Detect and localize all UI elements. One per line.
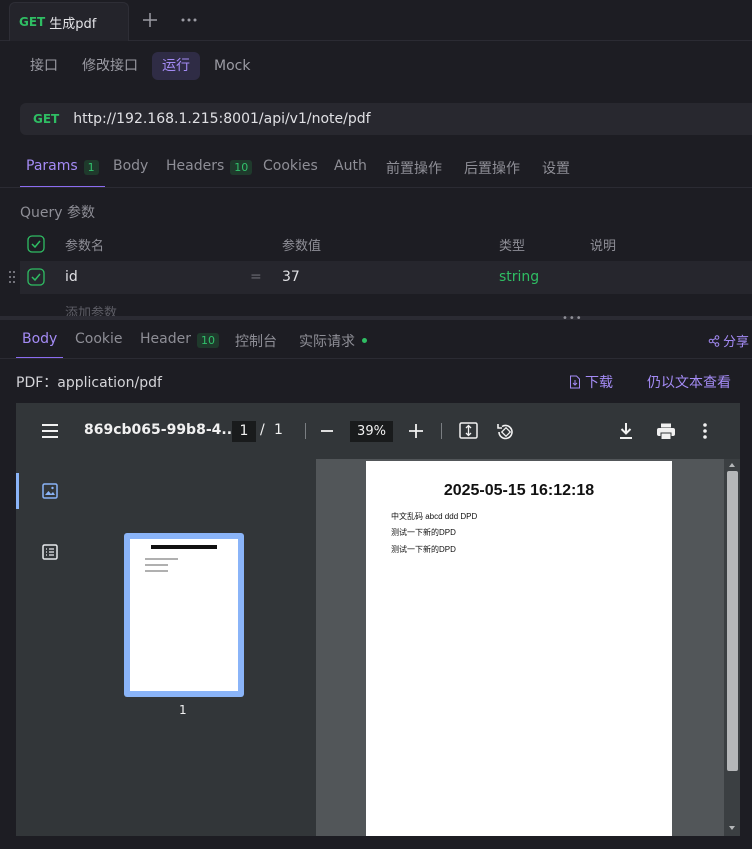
scrollbar-thumb[interactable] (727, 471, 738, 771)
panel-splitter[interactable] (0, 316, 752, 320)
share-button[interactable]: 分享 (708, 331, 749, 350)
fit-page-icon[interactable] (459, 422, 478, 439)
page-number-input[interactable]: 1 (232, 421, 256, 442)
thumbnails-view-icon[interactable] (42, 483, 58, 499)
tab-headers-label: Headers (166, 158, 225, 174)
pdf-page: 2025-05-15 16:12:18 中文乱码 abcd ddd DPD 测试… (366, 461, 672, 836)
print-icon[interactable] (656, 423, 676, 440)
pdf-text-line: 测试一下新的DPD (391, 528, 456, 537)
param-value-input[interactable]: 37 (282, 269, 300, 285)
tab-pre-actions[interactable]: 前置操作 (386, 158, 442, 188)
content-type-label: PDF：application/pdf (16, 375, 162, 391)
page-total: 1 (274, 422, 283, 438)
download-file-icon (570, 375, 580, 389)
divider (0, 187, 752, 188)
splitter-handle-icon[interactable]: ••• (562, 313, 583, 324)
pdf-text-line: 测试一下新的DPD (391, 545, 456, 554)
headers-count-badge: 10 (230, 160, 253, 175)
resp-tab-cookie[interactable]: Cookie (75, 331, 123, 359)
rotate-icon[interactable] (495, 421, 515, 441)
subnav-mock[interactable]: Mock (204, 52, 260, 80)
view-as-text-button[interactable]: 仍以文本查看 (647, 372, 731, 392)
status-dot (362, 338, 367, 343)
thumbnail-text-line (145, 570, 168, 572)
share-icon (708, 334, 720, 347)
tab-title: 生成pdf (49, 16, 97, 32)
param-type-select[interactable]: string (499, 269, 539, 285)
more-options-icon[interactable] (703, 423, 707, 439)
pdf-scrollbar[interactable] (724, 459, 740, 836)
resp-tab-header-label: Header (140, 331, 191, 347)
pdf-text-line: 中文乱码 abcd ddd DPD (391, 512, 478, 521)
download-button[interactable]: 下载 (569, 372, 613, 392)
drag-handle-icon[interactable] (8, 270, 16, 284)
request-tab[interactable]: GET 生成pdf (9, 2, 129, 41)
resp-tab-body[interactable]: Body (16, 331, 64, 359)
tab-auth[interactable]: Auth (334, 158, 367, 188)
share-label: 分享 (723, 335, 750, 350)
resp-tab-actual-request-label: 实际请求 (299, 334, 355, 350)
col-type: 类型 (499, 239, 526, 254)
resp-tab-console[interactable]: 控制台 (235, 331, 277, 359)
pdf-filename: 869cb065-99b8-4... (84, 422, 238, 438)
pdf-heading: 2025-05-15 16:12:18 (443, 482, 595, 499)
params-count-badge: 1 (83, 160, 99, 175)
col-description: 说明 (590, 239, 617, 254)
pdf-viewer: 869cb065-99b8-4... 1 / 1 39% 1 2025-05-1… (16, 403, 740, 836)
resp-tab-actual-request[interactable]: 实际请求 (299, 331, 367, 359)
thumbnail-text-line (145, 558, 178, 560)
pdf-toolbar: 869cb065-99b8-4... 1 / 1 39% (16, 403, 740, 459)
equals-sign: = (250, 269, 262, 285)
url-bar[interactable]: GET http://192.168.1.215:8001/api/v1/not… (20, 103, 752, 135)
row-checkbox[interactable] (27, 268, 45, 286)
download-label: 下载 (585, 375, 613, 391)
menu-icon[interactable] (41, 423, 59, 439)
toolbar-divider (441, 423, 442, 439)
col-param-name: 参数名 (65, 239, 105, 254)
zoom-in-icon[interactable] (408, 423, 424, 439)
param-name-input[interactable]: id (65, 269, 78, 285)
divider (0, 358, 752, 359)
scroll-down-icon[interactable] (729, 826, 735, 831)
table-row (20, 261, 752, 294)
url-method[interactable]: GET (33, 112, 59, 126)
thumbnail-sidebar: 1 (16, 459, 316, 836)
tab-method: GET (19, 15, 46, 29)
query-params-label: Query 参数 (20, 205, 95, 221)
toolbar-divider (305, 423, 306, 439)
tab-headers[interactable]: Headers 10 (166, 158, 253, 188)
more-icon[interactable] (179, 10, 199, 30)
thumbnail-page[interactable] (130, 539, 238, 691)
col-param-value: 参数值 (282, 239, 322, 254)
tab-post-actions[interactable]: 后置操作 (464, 158, 520, 188)
thumbnail-page-number: 1 (179, 703, 187, 717)
zoom-input[interactable]: 39% (350, 421, 393, 442)
resp-header-count-badge: 10 (196, 333, 219, 348)
scroll-up-icon[interactable] (729, 462, 735, 467)
tab-settings[interactable]: 设置 (542, 158, 570, 188)
zoom-out-icon[interactable] (320, 424, 334, 438)
tab-body[interactable]: Body (113, 158, 148, 188)
subnav-run[interactable]: 运行 (152, 52, 200, 80)
outline-view-icon[interactable] (42, 544, 58, 560)
page-separator: / (260, 422, 265, 438)
tab-cookies[interactable]: Cookies (263, 158, 318, 188)
url-input[interactable]: http://192.168.1.215:8001/api/v1/note/pd… (73, 111, 370, 127)
selection-indicator (16, 473, 19, 509)
subnav-edit-api[interactable]: 修改接口 (72, 52, 148, 80)
subnav-api[interactable]: 接口 (20, 52, 68, 80)
thumbnail-heading (130, 545, 238, 550)
select-all-checkbox[interactable] (27, 235, 45, 253)
tab-params-label: Params (26, 158, 78, 174)
tab-params[interactable]: Params 1 (20, 158, 105, 188)
thumbnail-text-line (145, 564, 168, 566)
download-icon[interactable] (618, 422, 634, 440)
resp-tab-header[interactable]: Header 10 (140, 331, 219, 359)
add-tab-icon[interactable] (140, 10, 160, 30)
